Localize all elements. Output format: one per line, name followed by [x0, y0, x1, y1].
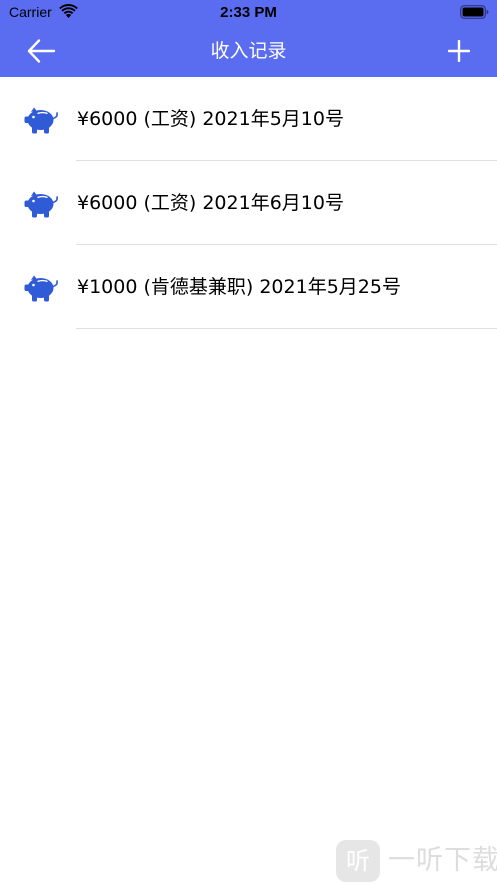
- piggy-bank-icon: [24, 107, 58, 134]
- watermark: 听 一听下载: [336, 838, 497, 884]
- record-text: ¥1000 (肯德基兼职) 2021年5月25号: [77, 276, 401, 298]
- piggy-bank-icon: [24, 275, 58, 302]
- list-item[interactable]: ¥6000 (工资) 2021年5月10号: [0, 77, 497, 161]
- page-title: 收入记录: [210, 40, 287, 62]
- watermark-logo-glyph: 听: [346, 847, 370, 875]
- plus-icon: [448, 40, 470, 62]
- list-item[interactable]: ¥6000 (工资) 2021年6月10号: [0, 161, 497, 245]
- income-record-list: ¥6000 (工资) 2021年5月10号 ¥6000 (工资) 2021年6月…: [0, 77, 497, 329]
- record-text: ¥6000 (工资) 2021年6月10号: [77, 192, 344, 214]
- watermark-text: 一听下载: [388, 845, 497, 876]
- status-time: 2:33 PM: [220, 4, 277, 21]
- watermark-logo: 听: [336, 840, 380, 882]
- navigation-bar: 收入记录: [0, 25, 497, 77]
- battery-icon: [460, 5, 489, 19]
- divider: [76, 328, 497, 329]
- add-record-button[interactable]: [440, 33, 480, 69]
- list-item[interactable]: ¥1000 (肯德基兼职) 2021年5月25号: [0, 245, 497, 329]
- status-bar: Carrier 2:33 PM: [0, 0, 497, 25]
- piggy-bank-icon: [24, 191, 58, 218]
- record-text: ¥6000 (工资) 2021年5月10号: [77, 108, 344, 130]
